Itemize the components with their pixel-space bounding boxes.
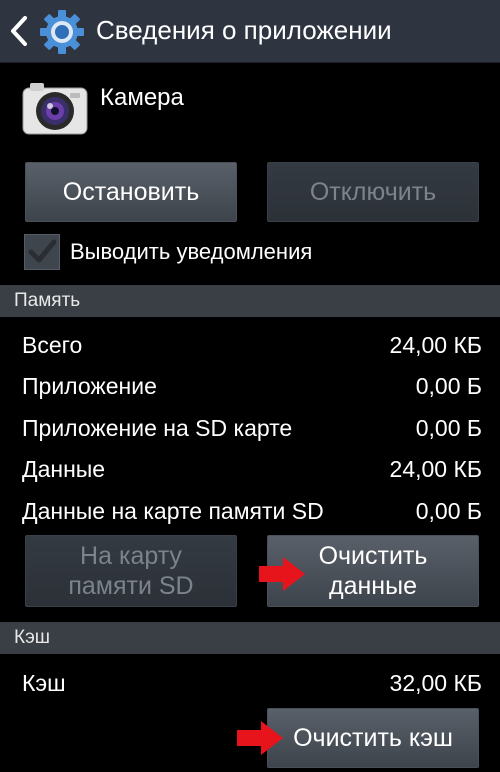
notifications-label: Выводить уведомления (70, 239, 313, 264)
clear-data-label-line1: Очистить (318, 542, 428, 570)
clear-data-label-line2: данные (329, 572, 417, 600)
memory-data-value: 24,00 КБ (389, 456, 482, 482)
red-arrow-icon (237, 721, 283, 755)
stop-button[interactable]: Остановить (25, 162, 237, 222)
move-to-sd-label-line1: На карту (80, 542, 182, 570)
settings-gear-icon (40, 10, 84, 54)
memory-app-value: 0,00 Б (415, 373, 482, 399)
page-title: Сведения о приложении (96, 15, 392, 45)
clear-cache-button[interactable]: Очистить кэш (267, 708, 479, 768)
memory-app-sd-value: 0,00 Б (415, 415, 482, 441)
memory-total-value: 24,00 КБ (389, 332, 482, 358)
checkmark-icon (28, 239, 57, 263)
memory-section-header: Память (0, 285, 500, 317)
cache-section-header: Кэш (0, 622, 500, 654)
red-arrow-icon (259, 557, 305, 591)
disable-button[interactable]: Отключить (267, 162, 479, 222)
move-to-sd-label-line2: памяти SD (68, 572, 194, 600)
memory-app-sd-label: Приложение на SD карте (22, 415, 293, 441)
back-chevron-icon[interactable] (8, 14, 30, 48)
notifications-checkbox[interactable] (24, 234, 60, 270)
memory-app-label: Приложение (22, 373, 157, 399)
memory-data-sd-label: Данные на карте памяти SD (22, 498, 324, 524)
memory-data-label: Данные (22, 456, 106, 482)
move-to-sd-button[interactable]: На карту памяти SD (25, 535, 237, 607)
app-name: Камера (100, 84, 184, 111)
memory-total-label: Всего (22, 332, 83, 358)
cache-label: Кэш (22, 670, 66, 696)
camera-app-icon (22, 83, 88, 135)
cache-value: 32,00 КБ (389, 670, 482, 696)
memory-data-sd-value: 0,00 Б (415, 498, 482, 524)
top-bar: Сведения о приложении (0, 0, 500, 63)
